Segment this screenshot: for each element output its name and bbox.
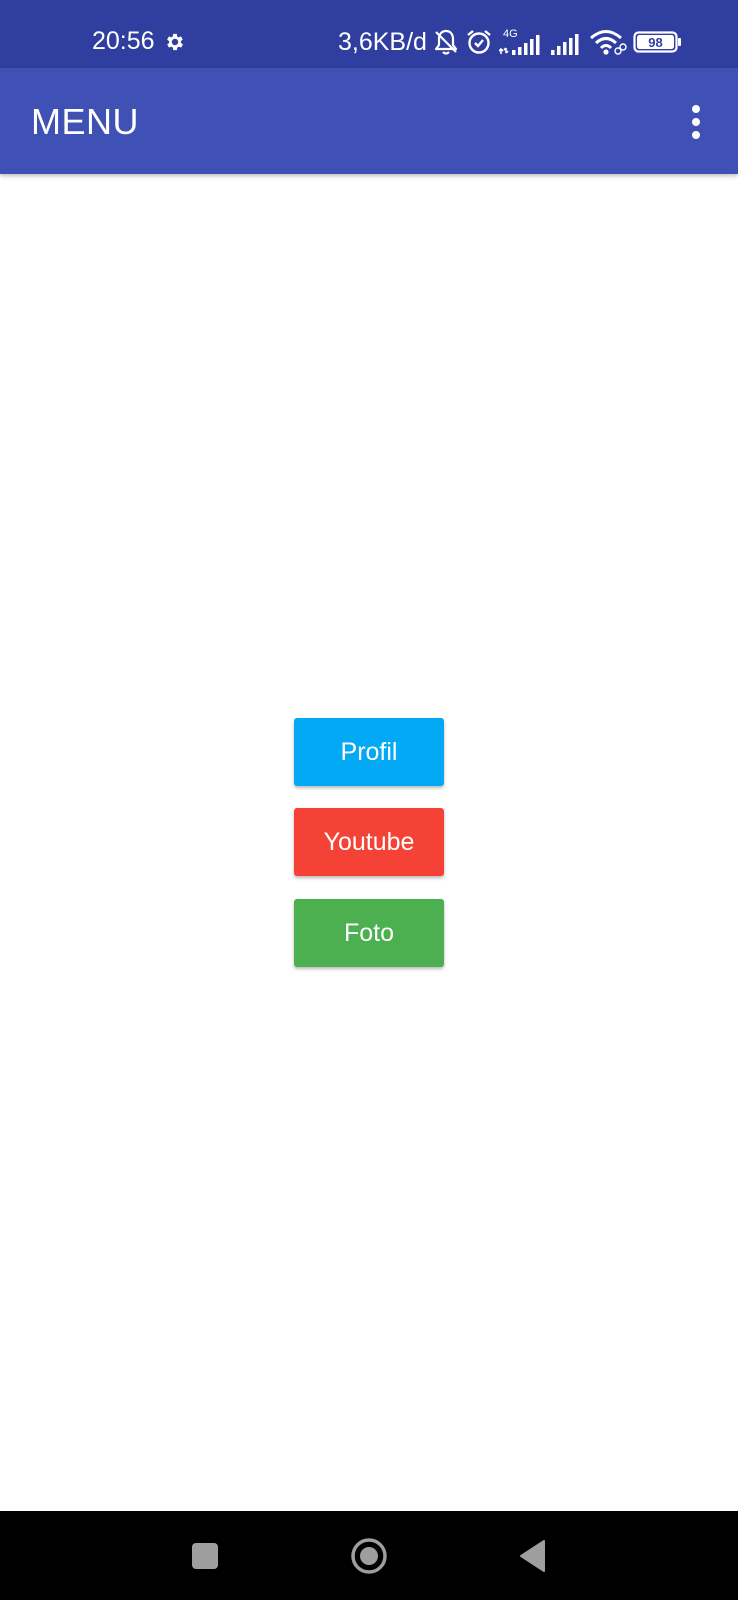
battery-level: 98	[648, 35, 662, 50]
youtube-button[interactable]: Youtube	[294, 808, 444, 876]
home-button[interactable]	[344, 1531, 394, 1581]
signal-icon	[550, 34, 579, 55]
foto-button[interactable]: Foto	[294, 899, 444, 967]
gear-icon	[167, 33, 183, 51]
network-speed: 3,6KB/d	[338, 28, 427, 56]
app-bar: MENU	[0, 68, 738, 174]
status-time: 20:56	[92, 27, 155, 55]
menu-dot	[692, 118, 700, 126]
status-bar: 20:56 3,6KB/d 4G 98	[0, 0, 738, 68]
wifi-icon	[589, 30, 627, 55]
navigation-bar	[0, 1511, 738, 1600]
more-vert-icon[interactable]	[672, 98, 720, 146]
network-type-label: 4G	[503, 28, 518, 40]
back-icon	[520, 1540, 545, 1572]
menu-dot	[692, 105, 700, 113]
home-icon	[351, 1538, 387, 1574]
recent-apps-icon	[192, 1543, 218, 1569]
back-button[interactable]	[508, 1531, 558, 1581]
recent-apps-button[interactable]	[180, 1531, 230, 1581]
screen: 20:56 3,6KB/d 4G 98 MENU Profil Youtube …	[0, 0, 738, 1600]
bell-off-icon	[434, 29, 458, 55]
signal-4g-icon: 4G	[498, 28, 540, 55]
alarm-icon	[467, 30, 491, 54]
status-icons: 3,6KB/d 4G 98	[338, 24, 689, 60]
profil-button[interactable]: Profil	[294, 718, 444, 786]
battery-icon: 98	[633, 31, 681, 53]
menu-dot	[692, 131, 700, 139]
page-title: MENU	[31, 101, 139, 142]
